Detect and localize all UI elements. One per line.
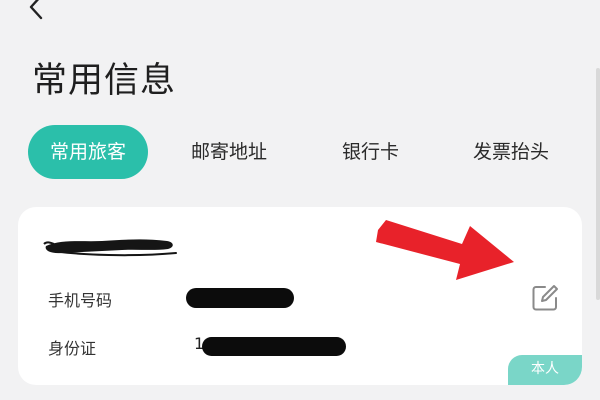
chevron-left-icon (29, 0, 43, 20)
self-badge: 本人 (508, 355, 582, 385)
edit-icon (532, 285, 558, 311)
scroll-edge (596, 68, 600, 300)
edit-button[interactable] (530, 283, 560, 313)
tab-invoice-title[interactable]: 发票抬头 (473, 125, 549, 179)
id-card-value-redacted (202, 337, 346, 356)
id-card-label: 身份证 (48, 339, 97, 358)
tab-bank-card[interactable]: 银行卡 (342, 125, 399, 179)
phone-value-redacted (186, 288, 294, 308)
tab-frequent-travelers[interactable]: 常用旅客 (28, 125, 148, 179)
page-title: 常用信息 (32, 61, 177, 101)
red-arrow-annotation (376, 220, 514, 280)
tab-bar: 常用旅客 邮寄地址 银行卡 发票抬头 (28, 125, 588, 179)
tab-mailing-address[interactable]: 邮寄地址 (191, 125, 267, 179)
phone-label: 手机号码 (48, 291, 113, 310)
back-button[interactable] (24, 0, 50, 20)
traveler-name-redacted (43, 239, 177, 257)
